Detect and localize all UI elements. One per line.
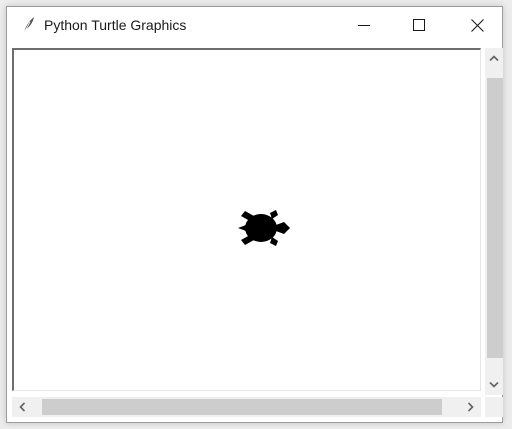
turtle-canvas[interactable] <box>12 48 481 391</box>
chevron-up-icon <box>489 55 499 61</box>
turtle-icon <box>238 210 290 246</box>
window-title: Python Turtle Graphics <box>44 17 187 33</box>
maximize-button[interactable] <box>396 7 442 43</box>
feather-icon <box>21 16 37 34</box>
vertical-scroll-thumb[interactable] <box>487 78 503 358</box>
chevron-left-icon <box>19 402 25 412</box>
scroll-up-button[interactable] <box>485 48 503 68</box>
close-button[interactable] <box>454 7 500 43</box>
close-icon <box>470 18 484 32</box>
horizontal-scrollbar[interactable] <box>12 397 481 417</box>
chevron-right-icon <box>468 402 474 412</box>
scroll-down-button[interactable] <box>485 375 503 395</box>
turtle-window: Python Turtle Graphics <box>6 6 503 423</box>
scroll-right-button[interactable] <box>461 397 481 417</box>
chevron-down-icon <box>489 382 499 388</box>
scrollbar-corner <box>485 397 503 417</box>
vertical-scrollbar[interactable] <box>485 48 503 395</box>
scroll-left-button[interactable] <box>12 397 32 417</box>
title-bar[interactable]: Python Turtle Graphics <box>7 7 502 43</box>
horizontal-scroll-thumb[interactable] <box>42 399 442 415</box>
minimize-icon <box>358 25 370 26</box>
maximize-icon <box>413 19 425 31</box>
minimize-button[interactable] <box>341 7 387 43</box>
